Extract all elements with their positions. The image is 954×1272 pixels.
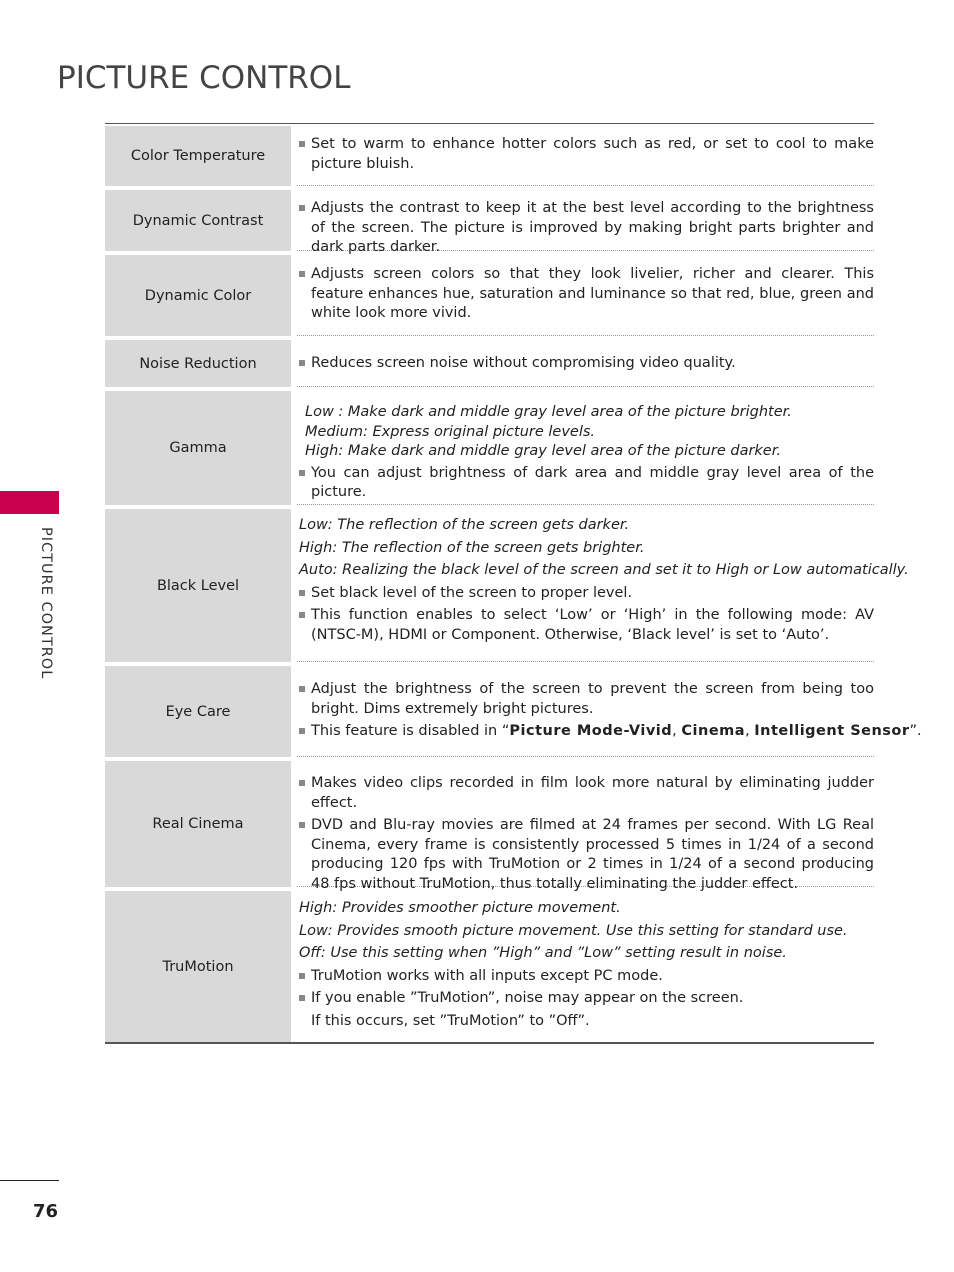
square-bullet-icon — [299, 141, 305, 147]
table-row-black-level: Black Level Low: The reflection of the s… — [105, 509, 909, 662]
row-label: Eye Care — [105, 666, 291, 757]
bullet-line: Adjust the brightness of the screen to p… — [297, 680, 874, 719]
table-row-dynamic-contrast: Dynamic Contrast Adjusts the contrast to… — [105, 190, 874, 255]
italic-line: Low: The reflection of the screen gets d… — [299, 517, 630, 533]
bullet-line: Adjusts screen colors so that they look … — [297, 265, 874, 324]
table-row-trumotion: TruMotion High: Provides smoother pictur… — [105, 891, 874, 1042]
continuation-line: If this occurs, set ”TruMotion” to ”Off”… — [311, 1012, 590, 1029]
square-bullet-icon — [299, 589, 305, 596]
section-tab-marker — [0, 491, 59, 514]
row-label: Black Level — [105, 509, 291, 662]
row-description: Low : Make dark and middle gray level ar… — [297, 391, 874, 505]
row-description: Set to warm to enhance hotter colors suc… — [297, 126, 874, 186]
row-description: Adjusts screen colors so that they look … — [297, 255, 874, 336]
bullet-line: Set black level of the screen to proper … — [297, 584, 874, 604]
square-bullet-icon — [299, 822, 305, 828]
square-bullet-icon — [299, 972, 305, 979]
square-bullet-icon — [299, 469, 305, 476]
disabled-modes-note: This feature is disabled in “Picture Mod… — [297, 722, 922, 742]
row-label: Dynamic Contrast — [105, 190, 291, 251]
row-label: Dynamic Color — [105, 255, 291, 336]
square-bullet-icon — [299, 780, 305, 786]
bullet-line: Reduces screen noise without compromisin… — [297, 354, 874, 374]
row-description: High: Provides smoother picture movement… — [297, 891, 874, 1042]
settings-table: Color Temperature Set to warm to enhance… — [105, 123, 922, 1042]
table-row-noise-reduction: Noise Reduction Reduces screen noise wit… — [105, 340, 874, 387]
square-bullet-icon — [299, 995, 305, 1001]
table-row-eye-care: Eye Care Adjust the brightness of the sc… — [105, 666, 922, 757]
italic-line: High: Provides smoother picture movement… — [299, 900, 621, 916]
row-description: Makes video clips recorded in film look … — [297, 761, 874, 892]
italic-line: Off: Use this setting when ”High” and ”L… — [299, 945, 787, 961]
row-description: Low: The reflection of the screen gets d… — [297, 509, 909, 662]
table-row-real-cinema: Real Cinema Makes video clips recorded i… — [105, 761, 874, 892]
row-label: Real Cinema — [105, 761, 291, 887]
row-label: Color Temperature — [105, 126, 291, 186]
italic-line: High: Make dark and middle gray level ar… — [305, 443, 781, 459]
row-label: TruMotion — [105, 891, 291, 1042]
italic-line: Low : Make dark and middle gray level ar… — [305, 404, 792, 420]
bullet-line: You can adjust brightness of dark area a… — [297, 464, 874, 503]
page-number: 76 — [33, 1201, 59, 1222]
row-description: Adjust the brightness of the screen to p… — [297, 666, 922, 757]
bullet-line: Set to warm to enhance hotter colors suc… — [297, 135, 874, 174]
bullet-line: This function enables to select ‘Low’ or… — [297, 606, 874, 645]
square-bullet-icon — [299, 686, 305, 692]
bullet-line: If you enable ”TruMotion”, noise may app… — [297, 989, 874, 1009]
italic-line: Low: Provides smooth picture movement. U… — [299, 922, 848, 939]
italic-line: Auto: Realizing the black level of the s… — [299, 562, 909, 578]
italic-line: Medium: Express original picture levels. — [305, 423, 596, 440]
italic-line: High: The reflection of the screen gets … — [299, 539, 645, 556]
row-description: Reduces screen noise without compromisin… — [297, 340, 874, 387]
table-row-gamma: Gamma Low : Make dark and middle gray le… — [105, 391, 874, 505]
bullet-line: DVD and Blu-ray movies are filmed at 24 … — [297, 816, 874, 894]
section-side-label: PICTURE CONTROL — [38, 527, 54, 680]
square-bullet-icon — [299, 612, 305, 618]
square-bullet-icon — [299, 271, 305, 277]
bullet-line: TruMotion works with all inputs except P… — [297, 967, 874, 987]
bullet-line: Makes video clips recorded in film look … — [297, 774, 874, 813]
square-bullet-icon — [299, 205, 305, 211]
bullet-line: Adjusts the contrast to keep it at the b… — [297, 199, 874, 258]
square-bullet-icon — [299, 728, 305, 734]
square-bullet-icon — [299, 360, 305, 366]
table-row-color-temperature: Color Temperature Set to warm to enhance… — [105, 126, 874, 186]
table-bottom-rule — [105, 1042, 874, 1044]
row-label: Gamma — [105, 391, 291, 505]
page-title: PICTURE CONTROL — [57, 60, 351, 96]
footer-rule — [0, 1180, 59, 1181]
row-label: Noise Reduction — [105, 340, 291, 387]
row-description: Adjusts the contrast to keep it at the b… — [297, 190, 874, 255]
table-row-dynamic-color: Dynamic Color Adjusts screen colors so t… — [105, 255, 874, 336]
